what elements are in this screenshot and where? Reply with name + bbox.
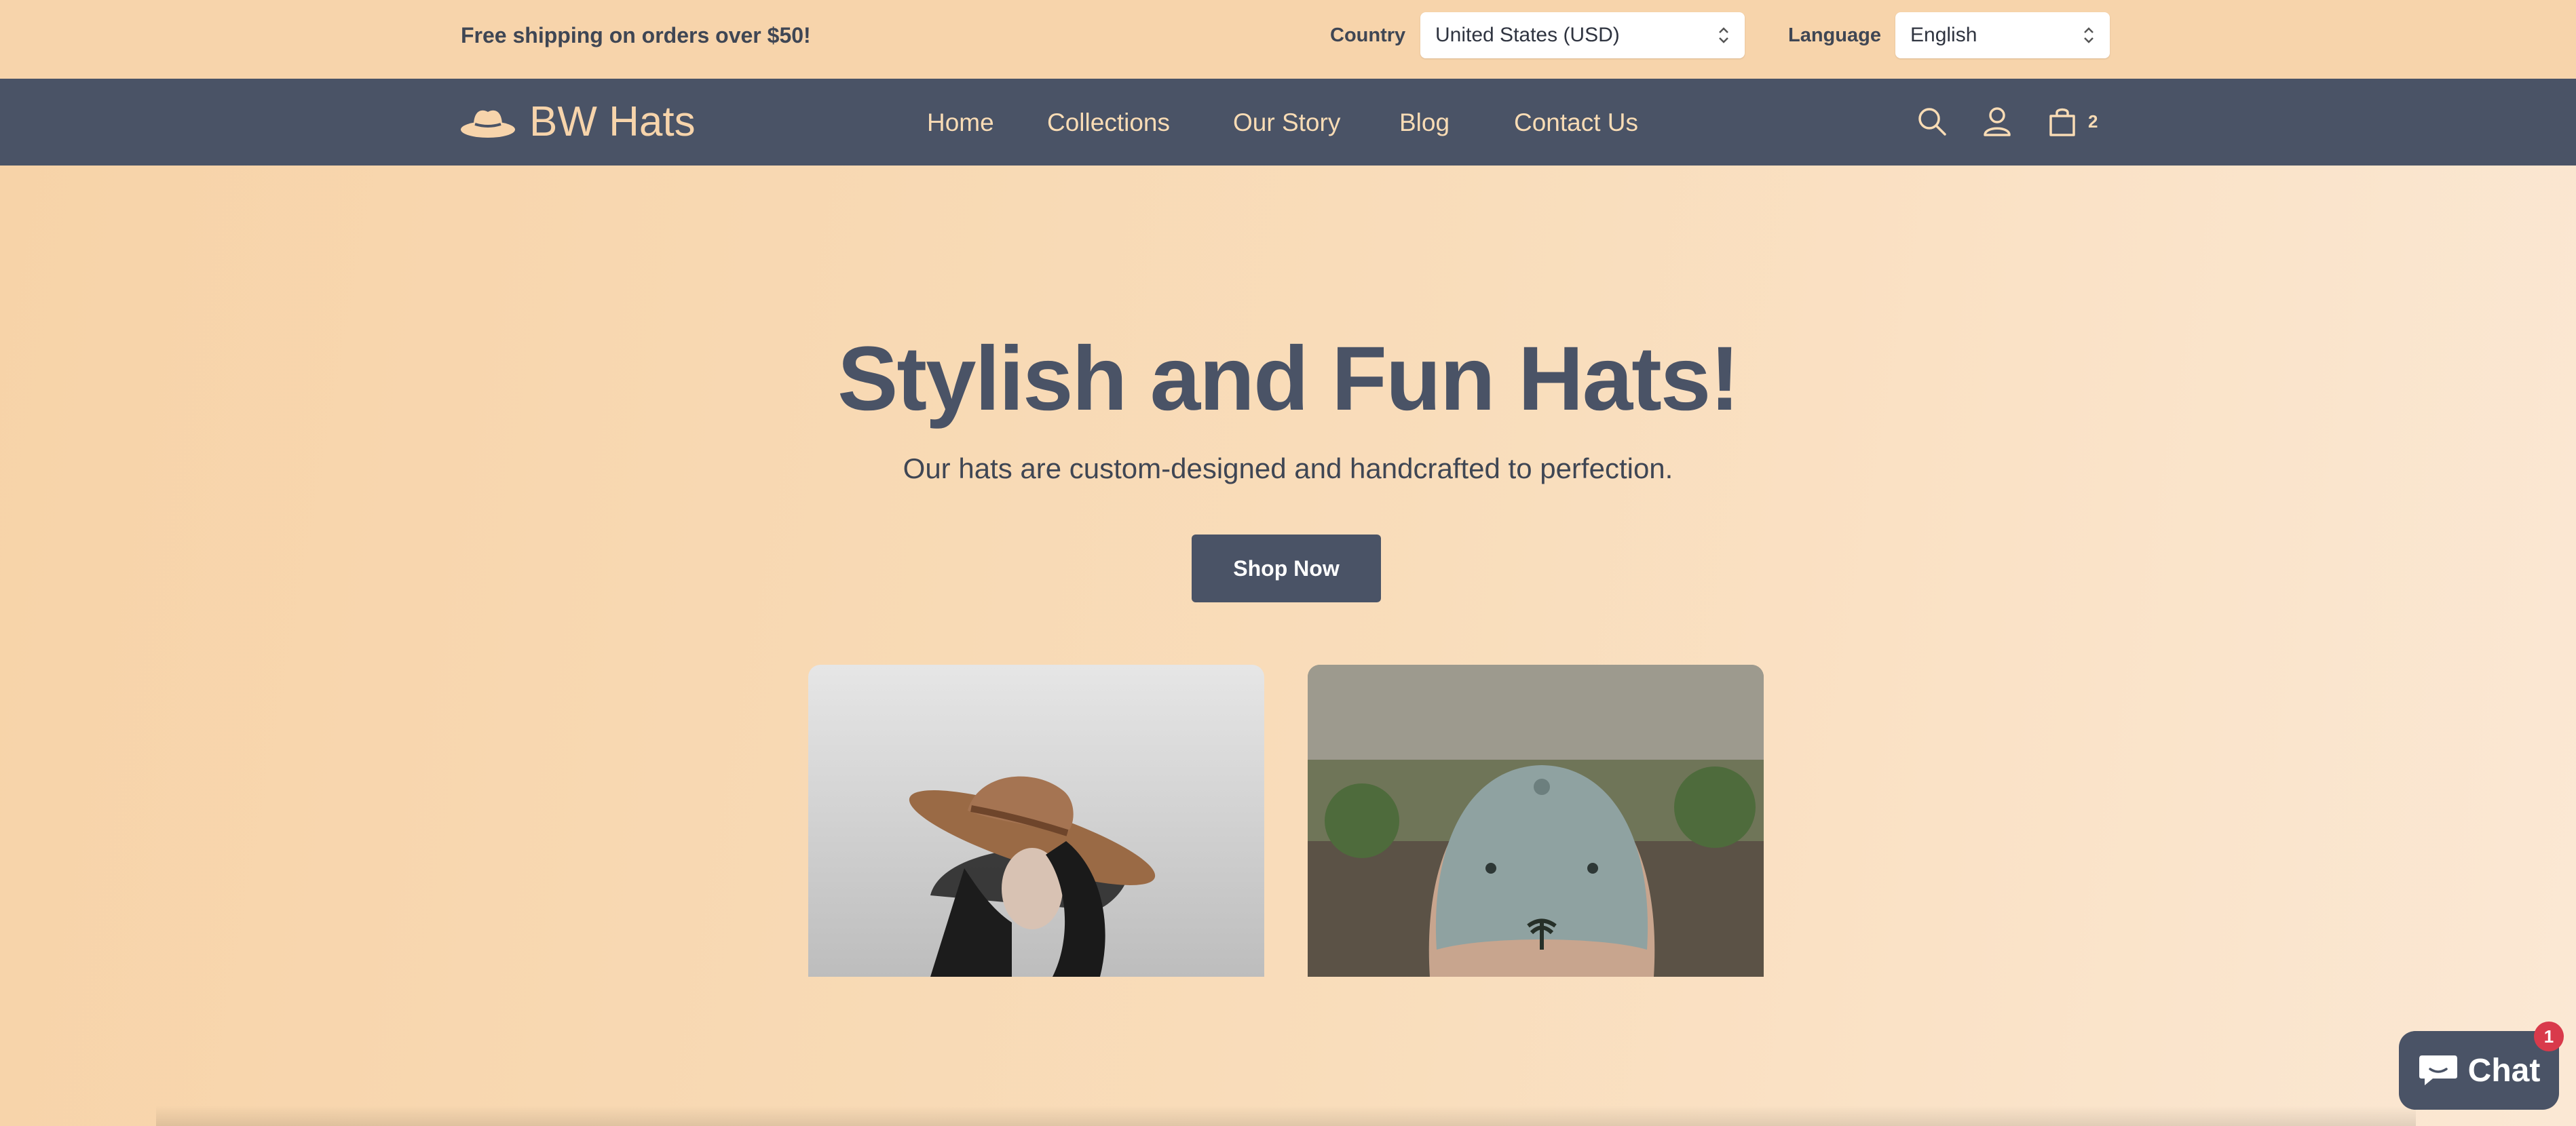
announcement-bar: Free shipping on orders over $50! Countr… — [0, 0, 2576, 79]
site-logo[interactable]: BW Hats — [460, 95, 696, 149]
updown-chevron-icon — [2084, 27, 2094, 43]
search-icon[interactable] — [1916, 106, 1948, 137]
cart-count-badge: 2 — [2088, 111, 2098, 132]
language-select[interactable]: English — [1895, 12, 2110, 58]
country-select-value: United States (USD) — [1435, 24, 1620, 46]
logo-text: BW Hats — [529, 98, 696, 145]
shop-now-button[interactable]: Shop Now — [1192, 535, 1381, 602]
cart-icon[interactable] — [2047, 106, 2078, 137]
hero-title: Stylish and Fun Hats! — [837, 328, 1740, 429]
chat-label: Chat — [2467, 1052, 2541, 1089]
nav-blog[interactable]: Blog — [1399, 107, 1450, 138]
hat-icon — [461, 110, 515, 138]
hero-section: Stylish and Fun Hats! Our hats are custo… — [0, 166, 2576, 1126]
site-header: BW Hats Home Collections Our Story Blog … — [0, 79, 2576, 166]
updown-chevron-icon — [1719, 27, 1728, 43]
woman-sun-hat-image — [909, 776, 1156, 977]
shipping-promo: Free shipping on orders over $50! — [461, 23, 811, 47]
cap-image-card[interactable] — [1308, 665, 1764, 977]
language-label: Language — [1788, 24, 1881, 46]
sun-hat-image-card[interactable] — [808, 665, 1264, 977]
country-select[interactable]: United States (USD) — [1420, 12, 1745, 58]
user-icon[interactable] — [1982, 106, 2013, 137]
nav-collections[interactable]: Collections — [1047, 107, 1170, 138]
content-shadow — [156, 1106, 2416, 1126]
nav-contact-us[interactable]: Contact Us — [1514, 107, 1638, 138]
chat-notification-badge: 1 — [2534, 1022, 2564, 1051]
country-label: Country — [1330, 24, 1406, 46]
nav-home[interactable]: Home — [927, 107, 994, 138]
language-select-value: English — [1910, 24, 1977, 46]
chat-bubble-icon — [2419, 1055, 2457, 1085]
nav-our-story[interactable]: Our Story — [1233, 107, 1340, 138]
hero-subtitle: Our hats are custom-designed and handcra… — [903, 452, 1673, 484]
man-baseball-cap-image — [1308, 665, 1764, 977]
